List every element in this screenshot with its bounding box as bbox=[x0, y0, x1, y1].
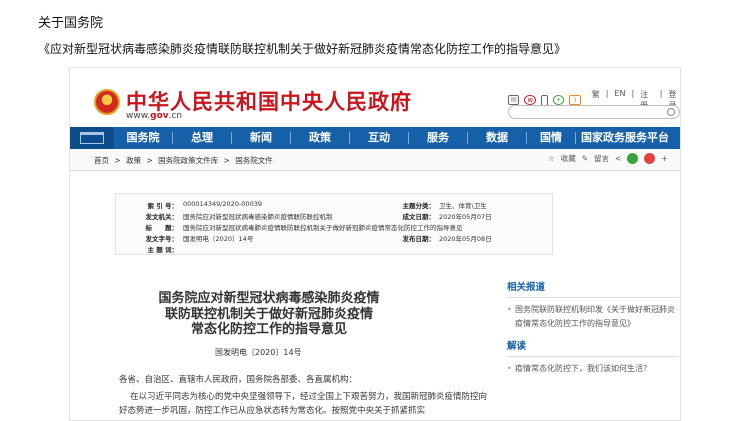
related-report-link[interactable]: 国务院联防联控机制印发《关于做好新冠肺炎疫情常态化防控工作的指导意见》 bbox=[507, 303, 679, 330]
meta-label: 发布日期： bbox=[402, 235, 436, 243]
website-screenshot: 中华人民共和国中央人民政府 www.gov.cn ✉ w • ) 繁 | EN … bbox=[69, 67, 681, 421]
weibo-icon[interactable]: w bbox=[524, 95, 536, 105]
document-metadata: 索 引 号： 000014349/2020-00039 主题分类： 卫生、体育\… bbox=[115, 193, 553, 255]
national-emblem-icon bbox=[94, 89, 120, 115]
slide-subtitle: 《应对新型冠状病毒感染肺炎疫情联防联控机制关于做好新冠肺炎疫情常态化防控工作的指… bbox=[38, 42, 567, 56]
article-doc-number: 国发明电〔2020〕14号 bbox=[215, 348, 302, 357]
meta-label: 成文日期： bbox=[402, 213, 436, 221]
nav-item-gov-service-platform[interactable]: 国家政务服务平台 bbox=[576, 127, 674, 149]
article-title: 国务院应对新型冠状病毒感染肺炎疫情 联防联控机制关于做好新冠肺炎疫情 常态化防控… bbox=[138, 291, 400, 338]
crumb-state-council-docs[interactable]: 国务院文件 bbox=[235, 156, 273, 165]
breadcrumb-bar: 首页 > 政策 > 国务院政策文件库 > 国务院文件 ☆ 收藏 ✎ 留言 < + bbox=[70, 149, 680, 171]
crumb-separator: > bbox=[146, 156, 153, 165]
url-gov: gov bbox=[150, 111, 169, 121]
slide-title: 关于国务院 bbox=[38, 16, 104, 31]
page-actions: ☆ 收藏 ✎ 留言 < + bbox=[548, 153, 668, 164]
url-prefix: www. bbox=[126, 111, 151, 121]
wechat-icon[interactable]: • bbox=[552, 95, 565, 105]
meta-label: 发文机关： bbox=[145, 213, 179, 221]
mobile-icon[interactable] bbox=[540, 94, 548, 106]
meta-row: 标 题： 国务院应对新型冠状病毒肺炎疫情联防联控机制关于做好新冠肺炎疫情常态化防… bbox=[116, 222, 552, 232]
article-title-line: 联防联控机制关于做好新冠肺炎疫情 bbox=[164, 306, 373, 322]
building-icon bbox=[80, 132, 104, 144]
meta-value: 卫生、体育\卫生 bbox=[439, 202, 487, 210]
main-nav: 国务院 总理 新闻 政策 互动 服务 数据 国情 国家政务服务平台 bbox=[70, 127, 680, 149]
meta-value: 国务院应对新型冠状病毒感染肺炎疫情联防联控机制 bbox=[183, 213, 333, 221]
article-salutation: 各省、自治区、直辖市人民政府，国务院各部委、各直属机构： bbox=[119, 375, 358, 385]
wechat-share-icon[interactable] bbox=[627, 153, 639, 164]
favorite-button[interactable]: 收藏 bbox=[561, 153, 576, 164]
meta-row: 主 题 词： bbox=[116, 244, 552, 254]
comment-icon[interactable]: ✎ bbox=[582, 154, 588, 163]
meta-row: 索 引 号： 000014349/2020-00039 主题分类： 卫生、体育\… bbox=[116, 200, 552, 210]
article-title-line: 国务院应对新型冠状病毒感染肺炎疫情 bbox=[158, 291, 380, 306]
rss-icon[interactable]: ) bbox=[569, 95, 581, 105]
meta-label: 主 题 词： bbox=[147, 246, 178, 254]
search-input[interactable] bbox=[508, 105, 680, 119]
site-url[interactable]: www.gov.cn bbox=[126, 111, 182, 121]
sidebar: 相关报道 国务院联防联控机制印发《关于做好新冠肺炎疫情常态化防控工作的指导意见》… bbox=[507, 279, 679, 376]
meta-row: 发文字号： 国发明电〔2020〕14号 发布日期： 2020年05月08日 bbox=[116, 233, 552, 243]
meta-value: 国发明电〔2020〕14号 bbox=[183, 235, 254, 243]
nav-item-policy[interactable]: 政策 bbox=[291, 127, 349, 149]
site-header: 中华人民共和国中央人民政府 www.gov.cn ✉ w • ) 繁 | EN … bbox=[70, 68, 680, 127]
nav-item-news[interactable]: 新闻 bbox=[232, 127, 290, 149]
crumb-policy-library[interactable]: 国务院政策文件库 bbox=[158, 156, 218, 165]
nav-item-premier[interactable]: 总理 bbox=[173, 127, 231, 149]
nav-home-button[interactable] bbox=[70, 127, 114, 149]
crumb-policy[interactable]: 政策 bbox=[126, 156, 141, 165]
article-title-line: 常态化防控工作的指导意见 bbox=[190, 322, 347, 337]
meta-label: 发文字号： bbox=[145, 235, 179, 243]
article-body: 在以习近平同志为核心的党中央坚强领导下，经过全国上下艰苦努力，我国新冠肺炎疫情防… bbox=[119, 392, 488, 416]
crumb-home[interactable]: 首页 bbox=[94, 156, 109, 165]
comment-button[interactable]: 留言 bbox=[594, 153, 609, 164]
meta-value: 000014349/2020-00039 bbox=[183, 200, 262, 208]
meta-label: 主题分类： bbox=[402, 202, 436, 210]
crumb-separator: > bbox=[223, 156, 230, 165]
url-suffix: .cn bbox=[168, 111, 183, 121]
interpretation-heading: 解读 bbox=[507, 338, 679, 357]
search-icon[interactable] bbox=[667, 108, 675, 116]
meta-label: 标 题： bbox=[145, 224, 179, 232]
nav-item-service[interactable]: 服务 bbox=[409, 127, 467, 149]
meta-row: 发文机关： 国务院应对新型冠状病毒感染肺炎疫情联防联控机制 成文日期： 2020… bbox=[116, 211, 552, 221]
meta-value: 2020年05月07日 bbox=[439, 213, 492, 221]
nav-item-interaction[interactable]: 互动 bbox=[350, 127, 408, 149]
mail-icon[interactable]: ✉ bbox=[508, 95, 520, 105]
related-reports-heading: 相关报道 bbox=[507, 279, 679, 298]
nav-item-national-conditions[interactable]: 国情 bbox=[527, 127, 575, 149]
meta-value: 国务院应对新型冠状病毒肺炎疫情联防联控机制关于做好新冠肺炎疫情常态化防控工作的指… bbox=[183, 224, 463, 232]
breadcrumb: 首页 > 政策 > 国务院政策文件库 > 国务院文件 bbox=[94, 155, 276, 166]
meta-value: 2020年05月08日 bbox=[439, 235, 492, 243]
meta-label: 索 引 号： bbox=[147, 202, 178, 210]
nav-item-data[interactable]: 数据 bbox=[468, 127, 526, 149]
interpretation-link[interactable]: 疫情常态化防控下，我们该如何生活？ bbox=[507, 362, 679, 376]
share-icon[interactable]: < bbox=[615, 154, 621, 163]
more-share-icon[interactable]: + bbox=[661, 154, 667, 163]
weibo-share-icon[interactable] bbox=[644, 153, 656, 164]
star-icon[interactable]: ☆ bbox=[548, 154, 555, 163]
nav-item-state-council[interactable]: 国务院 bbox=[114, 127, 172, 149]
crumb-separator: > bbox=[114, 156, 121, 165]
